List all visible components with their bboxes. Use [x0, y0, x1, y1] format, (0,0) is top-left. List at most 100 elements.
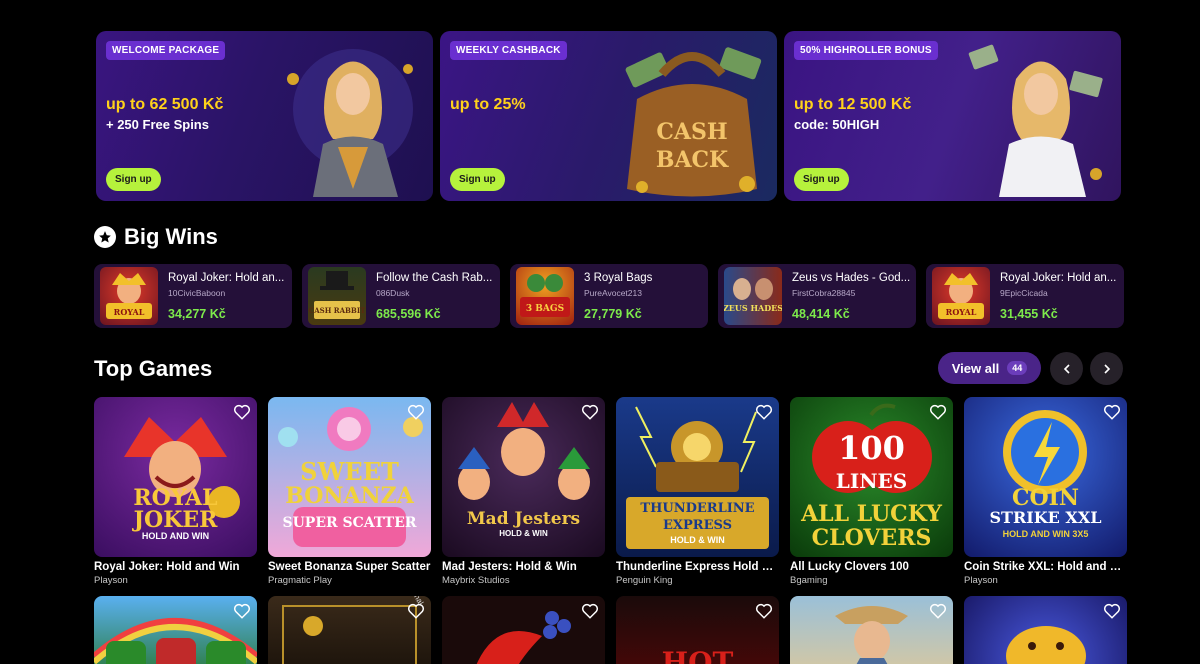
game-card[interactable] — [790, 596, 953, 664]
favorite-heart-icon[interactable] — [755, 602, 773, 620]
game-provider: Playson — [94, 575, 128, 586]
game-cover[interactable]: HOT — [616, 596, 779, 664]
promo-badge: 50% HIGHROLLER BONUS — [794, 41, 938, 60]
win-amount: 685,596 Kč — [376, 306, 441, 321]
cover-title: SWEET — [300, 457, 399, 486]
svg-text:ROYAL: ROYAL — [114, 307, 145, 317]
sign-up-button[interactable]: Sign up — [450, 168, 505, 191]
big-win-item[interactable]: ROYAL Royal Joker: Hold an... 9EpicCicad… — [926, 264, 1124, 328]
game-provider: Playson — [964, 575, 998, 586]
cover-title: HOT — [661, 646, 734, 664]
big-win-item[interactable]: 3 BAGS 3 Royal Bags PureAvocet213 27,779… — [510, 264, 708, 328]
promo-woman-illustration — [287, 49, 413, 197]
game-card[interactable]: THUNDERLINE EXPRESS HOLD & WIN Thunderli… — [616, 397, 779, 586]
cover-title: LINES — [835, 469, 908, 493]
win-username: PureAvocet213 — [584, 287, 642, 298]
cover-subtitle: HOLD AND WIN 3X5 — [1002, 529, 1089, 539]
view-all-button[interactable]: View all 44 — [938, 352, 1041, 384]
cover-title: BONANZA — [285, 483, 414, 509]
big-win-item[interactable]: CASH RABBIT Follow the Cash Rab... 086Du… — [302, 264, 500, 328]
promo-subtext: + 250 Free Spins — [106, 117, 209, 132]
game-title: Thunderline Express Hold & ... — [616, 561, 779, 573]
cash-bag-illustration: CASH BACK — [625, 47, 762, 197]
game-thumbnail: CASH RABBIT — [308, 267, 366, 325]
favorite-heart-icon[interactable] — [929, 602, 947, 620]
game-cover[interactable]: THUNDERLINE EXPRESS HOLD & WIN — [616, 397, 779, 557]
game-title: Royal Joker: Hold and Win — [94, 561, 240, 573]
game-card[interactable] — [94, 596, 257, 664]
cover-title: STRIKE XXL — [989, 508, 1102, 527]
promo-banner-welcome[interactable]: WELCOME PACKAGE up to 62 500 Kč + 250 Fr… — [96, 31, 433, 201]
game-card[interactable]: HOT — [616, 596, 779, 664]
game-cover[interactable]: 100 LINES ALL LUCKY CLOVERS — [790, 397, 953, 557]
sign-up-button[interactable]: Sign up — [106, 168, 161, 191]
cover-title: Mad Jesters — [466, 509, 581, 529]
game-cover[interactable] — [94, 596, 257, 664]
game-card[interactable]: Mad Jesters HOLD & WIN Mad Jesters: Hold… — [442, 397, 605, 586]
next-button[interactable] — [1090, 352, 1123, 385]
game-cover[interactable] — [442, 596, 605, 664]
game-provider: Penguin King — [616, 575, 673, 586]
promo-headline: up to 12 500 Kč — [794, 96, 912, 113]
win-username: FirstCobra28845 — [792, 287, 856, 298]
game-card[interactable]: Spinomenal — [268, 596, 431, 664]
game-cover[interactable] — [964, 596, 1127, 664]
top-games-header: Top Games — [94, 356, 212, 382]
section-title: Big Wins — [124, 224, 218, 249]
game-card[interactable]: SWEET BONANZA SUPER SCATTER Sweet Bonanz… — [268, 397, 431, 586]
game-cover[interactable]: ROYAL JOKER HOLD AND WIN — [94, 397, 257, 557]
top-games-grid-row-2: Spinomenal HOT — [94, 596, 1127, 664]
favorite-heart-icon[interactable] — [1103, 602, 1121, 620]
win-game-name: Zeus vs Hades - God... — [792, 271, 911, 284]
cover-title: 100 — [838, 429, 905, 467]
chevron-right-icon — [1103, 363, 1110, 374]
game-thumbnail: 3 BAGS — [516, 267, 574, 325]
game-provider: Maybrix Studios — [442, 575, 510, 586]
sign-up-button[interactable]: Sign up — [794, 168, 849, 191]
big-win-item[interactable]: ZEUS HADES Zeus vs Hades - God... FirstC… — [718, 264, 916, 328]
game-provider: Pragmatic Play — [268, 575, 332, 586]
game-cover[interactable]: Mad Jesters HOLD & WIN — [442, 397, 605, 557]
promo-banner-cashback[interactable]: CASH BACK WEEKLY CASHBACK up to 25% Sign… — [440, 31, 777, 201]
previous-button[interactable] — [1050, 352, 1083, 385]
game-thumbnail: ROYAL — [100, 267, 158, 325]
game-cover[interactable] — [790, 596, 953, 664]
game-cover[interactable]: SWEET BONANZA SUPER SCATTER — [268, 397, 431, 557]
favorite-heart-icon[interactable] — [233, 602, 251, 620]
game-title: Sweet Bonanza Super Scatter — [268, 561, 431, 573]
cover-subtitle: HOLD & WIN — [499, 529, 548, 538]
cover-title: CLOVERS — [811, 525, 932, 551]
win-game-name: Follow the Cash Rab... — [376, 271, 493, 284]
favorite-heart-icon[interactable] — [1103, 403, 1121, 421]
game-card[interactable]: ROYAL JOKER HOLD AND WIN Royal Joker: Ho… — [94, 397, 257, 586]
favorite-heart-icon[interactable] — [755, 403, 773, 421]
svg-text:CASH RABBIT: CASH RABBIT — [309, 306, 366, 315]
favorite-heart-icon[interactable] — [581, 602, 599, 620]
win-username: 086Dusk — [376, 287, 410, 298]
favorite-heart-icon[interactable] — [407, 602, 425, 620]
game-thumbnail: ROYAL — [932, 267, 990, 325]
view-all-label: View all — [951, 360, 1000, 376]
games-count-badge: 44 — [1007, 361, 1028, 375]
promo-headline: up to 25% — [450, 96, 526, 113]
game-card[interactable] — [964, 596, 1127, 664]
big-win-item[interactable]: ROYAL Royal Joker: Hold an... 10CivicBab… — [94, 264, 292, 328]
promo-banner-highroller[interactable]: 50% HIGHROLLER BONUS up to 12 500 Kč cod… — [784, 31, 1121, 201]
favorite-heart-icon[interactable] — [929, 403, 947, 421]
svg-text:ZEUS HADES: ZEUS HADES — [724, 303, 782, 313]
game-card[interactable]: COIN STRIKE XXL HOLD AND WIN 3X5 Coin St… — [964, 397, 1127, 586]
game-card[interactable] — [442, 596, 605, 664]
promo-headline: up to 62 500 Kč — [106, 96, 224, 113]
svg-text:ROYAL: ROYAL — [946, 307, 977, 317]
favorite-heart-icon[interactable] — [407, 403, 425, 421]
game-cover[interactable]: Spinomenal — [268, 596, 431, 664]
game-cover[interactable]: COIN STRIKE XXL HOLD AND WIN 3X5 — [964, 397, 1127, 557]
win-amount: 48,414 Kč — [792, 306, 850, 321]
favorite-heart-icon[interactable] — [233, 403, 251, 421]
big-wins-list: ROYAL Royal Joker: Hold an... 10CivicBab… — [94, 264, 1124, 328]
game-card[interactable]: 100 LINES ALL LUCKY CLOVERS All Lucky Cl… — [790, 397, 953, 586]
promo-woman-white-suit-illustration — [968, 44, 1103, 197]
game-title: Mad Jesters: Hold & Win — [442, 561, 577, 573]
win-username: 9EpicCicada — [1000, 287, 1048, 298]
favorite-heart-icon[interactable] — [581, 403, 599, 421]
